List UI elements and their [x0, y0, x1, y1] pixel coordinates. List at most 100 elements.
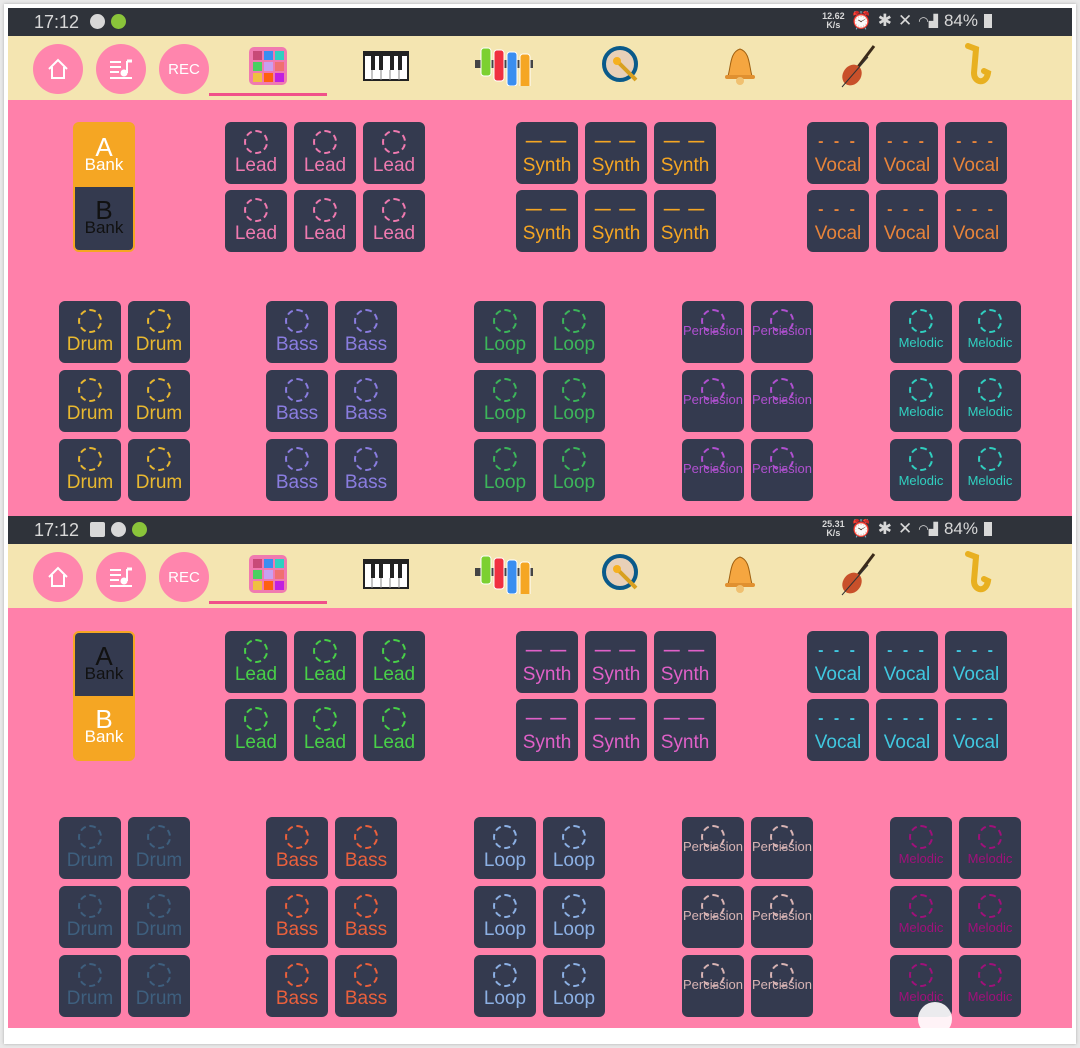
pad-bass[interactable]: Bass — [335, 439, 397, 501]
pad-percussion[interactable]: Percission — [682, 955, 744, 1017]
home-button[interactable] — [33, 44, 83, 94]
tab-maracas[interactable] — [1035, 544, 1072, 608]
pad-drum[interactable]: Drum — [59, 955, 121, 1017]
tab-piano[interactable] — [327, 544, 445, 608]
pad-melodic[interactable]: Melodic — [959, 955, 1021, 1017]
pad-lead[interactable]: Lead — [294, 190, 356, 252]
pad-percussion[interactable]: Percission — [751, 370, 813, 432]
pad-loop[interactable]: Loop — [474, 301, 536, 363]
pad-drum[interactable]: Drum — [59, 439, 121, 501]
playlist-button[interactable] — [96, 552, 146, 602]
pad-vocal[interactable]: - - - Vocal — [876, 122, 938, 184]
bank-a-button[interactable]: A Bank — [75, 124, 133, 187]
tab-drum[interactable] — [563, 36, 681, 100]
pad-melodic[interactable]: Melodic — [959, 439, 1021, 501]
tab-drum-pad[interactable] — [209, 36, 327, 100]
record-button[interactable]: REC — [159, 44, 209, 94]
home-button[interactable] — [33, 552, 83, 602]
pad-bass[interactable]: Bass — [335, 955, 397, 1017]
pad-lead[interactable]: Lead — [294, 631, 356, 693]
pad-melodic[interactable]: Melodic — [890, 301, 952, 363]
pad-synth[interactable]: — — Synth — [654, 122, 716, 184]
pad-melodic[interactable]: Melodic — [890, 886, 952, 948]
pad-vocal[interactable]: - - - Vocal — [876, 190, 938, 252]
pad-loop[interactable]: Loop — [474, 955, 536, 1017]
pad-melodic[interactable]: Melodic — [959, 886, 1021, 948]
pad-loop[interactable]: Loop — [543, 439, 605, 501]
pad-vocal[interactable]: - - - Vocal — [945, 122, 1007, 184]
pad-lead[interactable]: Lead — [225, 699, 287, 761]
pad-loop[interactable]: Loop — [474, 439, 536, 501]
pad-melodic[interactable]: Melodic — [959, 370, 1021, 432]
pad-percussion[interactable]: Percission — [682, 439, 744, 501]
tab-bell[interactable] — [681, 36, 799, 100]
pad-synth[interactable]: — — Synth — [516, 699, 578, 761]
tab-piano[interactable] — [327, 36, 445, 100]
tab-drum[interactable] — [563, 544, 681, 608]
pad-melodic[interactable]: Melodic — [959, 817, 1021, 879]
pad-loop[interactable]: Loop — [543, 370, 605, 432]
pad-lead[interactable]: Lead — [363, 699, 425, 761]
pad-lead[interactable]: Lead — [225, 631, 287, 693]
pad-loop[interactable]: Loop — [474, 370, 536, 432]
pad-lead[interactable]: Lead — [225, 122, 287, 184]
pad-percussion[interactable]: Percission — [751, 817, 813, 879]
pad-drum[interactable]: Drum — [128, 955, 190, 1017]
pad-vocal[interactable]: - - - Vocal — [945, 190, 1007, 252]
pad-vocal[interactable]: - - - Vocal — [876, 699, 938, 761]
pad-lead[interactable]: Lead — [363, 122, 425, 184]
pad-lead[interactable]: Lead — [294, 699, 356, 761]
pad-synth[interactable]: — — Synth — [585, 122, 647, 184]
pad-synth[interactable]: — — Synth — [516, 190, 578, 252]
playlist-button[interactable] — [96, 44, 146, 94]
pad-vocal[interactable]: - - - Vocal — [807, 122, 869, 184]
pad-synth[interactable]: — — Synth — [585, 631, 647, 693]
pad-loop[interactable]: Loop — [543, 955, 605, 1017]
pad-drum[interactable]: Drum — [59, 886, 121, 948]
tab-xylophone[interactable] — [445, 544, 563, 608]
pad-synth[interactable]: — — Synth — [654, 631, 716, 693]
pad-drum[interactable]: Drum — [128, 370, 190, 432]
pad-percussion[interactable]: Percission — [682, 301, 744, 363]
pad-percussion[interactable]: Percission — [682, 370, 744, 432]
pad-vocal[interactable]: - - - Vocal — [876, 631, 938, 693]
tab-violin[interactable] — [799, 36, 917, 100]
pad-percussion[interactable]: Percission — [682, 886, 744, 948]
pad-percussion[interactable]: Percission — [682, 817, 744, 879]
pad-vocal[interactable]: - - - Vocal — [945, 699, 1007, 761]
pad-synth[interactable]: — — Synth — [585, 190, 647, 252]
pad-synth[interactable]: — — Synth — [654, 190, 716, 252]
pad-bass[interactable]: Bass — [266, 301, 328, 363]
pad-melodic[interactable]: Melodic — [959, 301, 1021, 363]
tab-saxophone[interactable] — [917, 36, 1035, 100]
pad-loop[interactable]: Loop — [474, 886, 536, 948]
record-button[interactable]: REC — [159, 552, 209, 602]
pad-drum[interactable]: Drum — [128, 301, 190, 363]
pad-synth[interactable]: — — Synth — [516, 122, 578, 184]
pad-vocal[interactable]: - - - Vocal — [807, 631, 869, 693]
pad-drum[interactable]: Drum — [128, 886, 190, 948]
pad-drum[interactable]: Drum — [59, 817, 121, 879]
pad-melodic[interactable]: Melodic — [890, 439, 952, 501]
tab-drum-pad[interactable] — [209, 544, 327, 608]
pad-synth[interactable]: — — Synth — [654, 699, 716, 761]
pad-lead[interactable]: Lead — [294, 122, 356, 184]
tab-violin[interactable] — [799, 544, 917, 608]
pad-percussion[interactable]: Percission — [751, 955, 813, 1017]
pad-loop[interactable]: Loop — [543, 886, 605, 948]
pad-bass[interactable]: Bass — [335, 301, 397, 363]
pad-bass[interactable]: Bass — [266, 439, 328, 501]
pad-melodic[interactable]: Melodic — [890, 370, 952, 432]
tab-bell[interactable] — [681, 544, 799, 608]
pad-synth[interactable]: — — Synth — [585, 699, 647, 761]
pad-percussion[interactable]: Percission — [751, 439, 813, 501]
tab-xylophone[interactable] — [445, 36, 563, 100]
pad-bass[interactable]: Bass — [266, 955, 328, 1017]
pad-lead[interactable]: Lead — [363, 190, 425, 252]
pad-melodic[interactable]: Melodic — [890, 817, 952, 879]
tab-saxophone[interactable] — [917, 544, 1035, 608]
pad-loop[interactable]: Loop — [474, 817, 536, 879]
bank-b-button[interactable]: B Bank — [75, 187, 133, 250]
pad-percussion[interactable]: Percission — [751, 886, 813, 948]
pad-bass[interactable]: Bass — [335, 370, 397, 432]
